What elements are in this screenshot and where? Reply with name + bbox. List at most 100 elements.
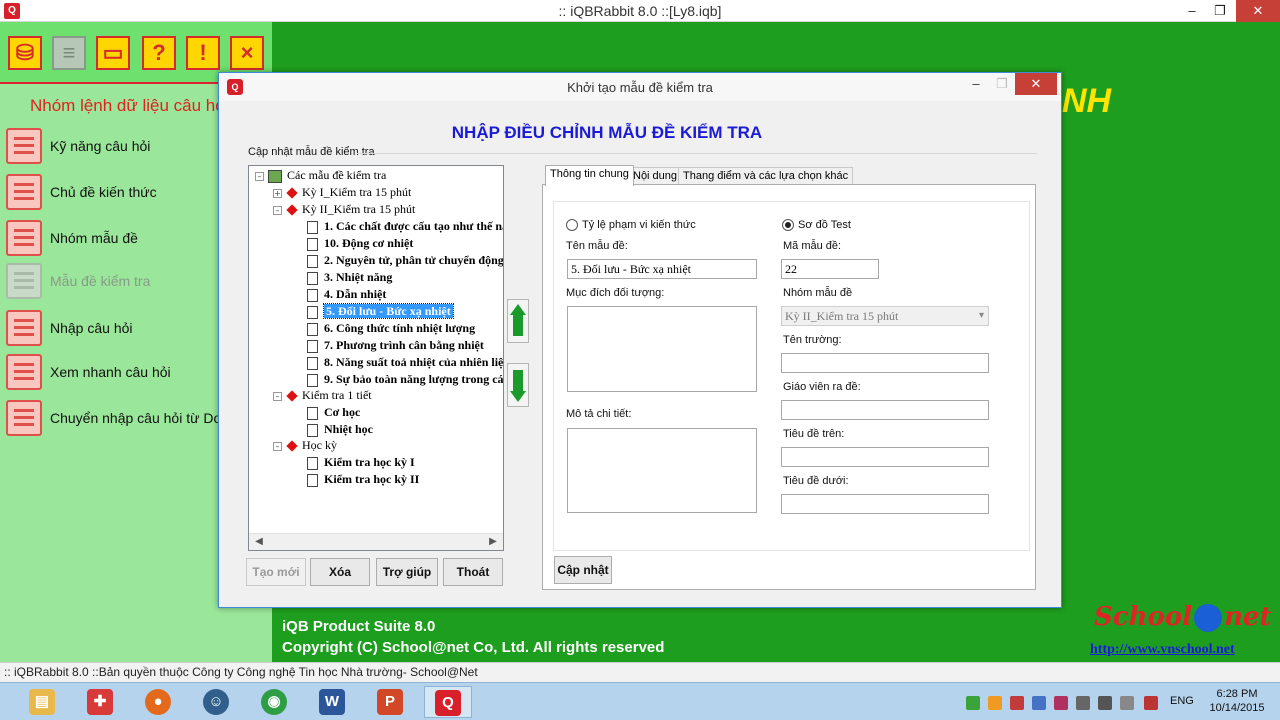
bottom-title-field[interactable] <box>781 494 989 514</box>
detail-textarea[interactable] <box>567 428 757 513</box>
tab-scoring-options[interactable]: Thang điểm và các lựa chọn khác <box>678 167 854 185</box>
taskbar-chrome[interactable]: ◉ <box>250 686 298 718</box>
note-icon-button[interactable]: ▭ <box>96 36 130 70</box>
tray-display-icon[interactable] <box>1120 696 1134 710</box>
school-logo: School net <box>1094 602 1272 632</box>
taskbar-powerpoint[interactable]: P <box>366 686 414 718</box>
tray-app-icon[interactable] <box>988 696 1002 710</box>
radio-scope-label: Tỷ lệ phạm vi kiến thức <box>582 219 696 231</box>
taskbar-iqb[interactable]: Q <box>424 686 472 718</box>
exit-icon-button[interactable]: × <box>230 36 264 70</box>
tree-node-hoc-ky[interactable]: – Học kỳ <box>273 437 337 454</box>
update-button[interactable]: Cập nhật <box>554 556 612 584</box>
delete-button[interactable]: Xóa <box>310 558 370 586</box>
radio-test[interactable] <box>782 219 794 231</box>
tree-root[interactable]: – Các mẫu đề kiểm tra <box>255 167 386 184</box>
taskbar-firefox[interactable]: ● <box>134 686 182 718</box>
document-icon <box>307 254 318 268</box>
school-url-link[interactable]: http://www.vnschool.net <box>1090 642 1235 658</box>
tree-leaf[interactable]: 9. Sự bảo toàn năng lượng trong các hiện… <box>307 371 503 388</box>
close-button[interactable]: ✕ <box>1236 0 1280 22</box>
database-icon-button[interactable]: ⛁ <box>8 36 42 70</box>
tray-skype-icon[interactable] <box>1032 696 1046 710</box>
tree-leaf[interactable]: 1. Các chất được cấu tạo như thế nào <box>307 218 503 235</box>
taskbar-word[interactable]: W <box>308 686 356 718</box>
taskbar-explorer[interactable]: ▤ <box>18 686 66 718</box>
purpose-textarea[interactable] <box>567 306 757 392</box>
tray-security-icon[interactable] <box>1010 696 1024 710</box>
school-field[interactable] <box>781 353 989 373</box>
collapse-icon[interactable]: – <box>273 205 282 215</box>
group-icon <box>286 187 298 199</box>
folder-icon: ▤ <box>29 689 55 715</box>
doc-icon <box>6 400 42 436</box>
document-icon <box>307 406 318 420</box>
help-button[interactable]: Trợ giúp <box>376 558 438 586</box>
tree-leaf[interactable]: Kiểm tra học kỳ I <box>307 454 415 471</box>
tree-leaf[interactable]: 2. Nguyên tử, phân tử chuyển động hay đứ… <box>307 252 503 269</box>
tree-leaf[interactable]: 3. Nhiệt năng <box>307 269 392 286</box>
tree-leaf[interactable]: Kiểm tra học kỳ II <box>307 471 419 488</box>
code-field[interactable]: 22 <box>781 259 879 279</box>
exit-button[interactable]: Thoát <box>443 558 503 586</box>
tree-node-ky1-15[interactable]: + Kỳ I_Kiểm tra 15 phút <box>273 184 411 201</box>
tree-leaf[interactable]: 10. Động cơ nhiệt <box>307 235 413 252</box>
tree-leaf[interactable]: 8. Năng suất toả nhiệt của nhiên liệu <box>307 354 503 371</box>
tree-leaf[interactable]: 6. Công thức tính nhiệt lượng <box>307 320 475 337</box>
tree-leaf[interactable]: 7. Phương trình cân bằng nhiệt <box>307 337 484 354</box>
tree-node-1-tiet[interactable]: – Kiểm tra 1 tiết <box>273 387 372 404</box>
radio-scope[interactable] <box>566 219 578 231</box>
dialog-title: Khởi tạo mẫu đề kiểm tra <box>567 80 713 95</box>
list-icon <box>6 354 42 390</box>
collapse-icon[interactable]: – <box>273 391 282 401</box>
tree-leaf[interactable]: Nhiệt học <box>307 421 373 438</box>
maximize-button[interactable]: ❐ <box>1206 0 1234 22</box>
document-icon <box>307 456 318 470</box>
tab-general-info[interactable]: Thông tin chung <box>545 165 634 186</box>
template-dialog: Q Khởi tạo mẫu đề kiểm tra – ❐ ✕ NHẬP ĐI… <box>218 72 1062 608</box>
code-label: Mã mẫu đề: <box>783 240 842 252</box>
tree-leaf[interactable]: 4. Dẫn nhiệt <box>307 286 386 303</box>
dialog-heading: NHẬP ĐIỀU CHỈNH MẪU ĐỀ KIỂM TRA <box>451 123 763 142</box>
move-down-button[interactable] <box>507 363 529 407</box>
tray-network-icon[interactable] <box>1098 696 1112 710</box>
top-title-field[interactable] <box>781 447 989 467</box>
tree-leaf[interactable]: Cơ học <box>307 404 360 421</box>
scroll-left-icon[interactable]: ◀ <box>251 535 267 549</box>
tray-volume-icon[interactable] <box>1144 696 1158 710</box>
document-icon <box>307 220 318 234</box>
list-icon <box>6 128 42 164</box>
tray-v-icon[interactable] <box>1054 696 1068 710</box>
chevron-down-icon: ▾ <box>978 310 984 321</box>
minimize-button[interactable]: – <box>1178 0 1206 22</box>
alert-icon-button[interactable]: ! <box>186 36 220 70</box>
clock[interactable]: 6:28 PM 10/14/2015 <box>1200 687 1274 715</box>
list-icon-button[interactable]: ≡ <box>52 36 86 70</box>
tab-content[interactable]: Nội dung <box>628 167 683 185</box>
folder-icon <box>268 169 282 183</box>
radio-test-label: Sơ đồ Test <box>798 219 851 231</box>
group-icon <box>286 440 298 452</box>
dialog-close-button[interactable]: ✕ <box>1015 73 1057 95</box>
powerpoint-icon: P <box>377 689 403 715</box>
collapse-icon[interactable]: – <box>255 171 264 181</box>
template-tree[interactable]: – Các mẫu đề kiểm tra + Kỳ I_Kiểm tra 15 p… <box>248 165 504 551</box>
tray-leaf-icon[interactable] <box>966 696 980 710</box>
language-indicator[interactable]: ENG <box>1170 695 1194 707</box>
move-up-button[interactable] <box>507 299 529 343</box>
dialog-minimize-button[interactable]: – <box>963 75 989 95</box>
tree-leaf-selected[interactable]: 5. Đối lưu - Bức xạ nhiệt <box>307 303 454 320</box>
name-field[interactable]: 5. Đối lưu - Bức xạ nhiệt <box>567 259 757 279</box>
name-label: Tên mẫu đề: <box>566 240 628 252</box>
expand-icon[interactable]: + <box>273 188 282 198</box>
tree-horizontal-scrollbar[interactable]: ◀ ▶ <box>249 533 503 550</box>
group-select-value: Kỳ II_Kiểm tra 15 phút <box>785 309 899 323</box>
help-icon-button[interactable]: ? <box>142 36 176 70</box>
taskbar-chat[interactable]: ☺ <box>192 686 240 718</box>
collapse-icon[interactable]: – <box>273 441 282 451</box>
teacher-field[interactable] <box>781 400 989 420</box>
scroll-right-icon[interactable]: ▶ <box>485 535 501 549</box>
taskbar-network[interactable]: ✚ <box>76 686 124 718</box>
tray-flag-icon[interactable] <box>1076 696 1090 710</box>
tree-node-ky2-15[interactable]: – Kỳ II_Kiểm tra 15 phút <box>273 201 415 218</box>
